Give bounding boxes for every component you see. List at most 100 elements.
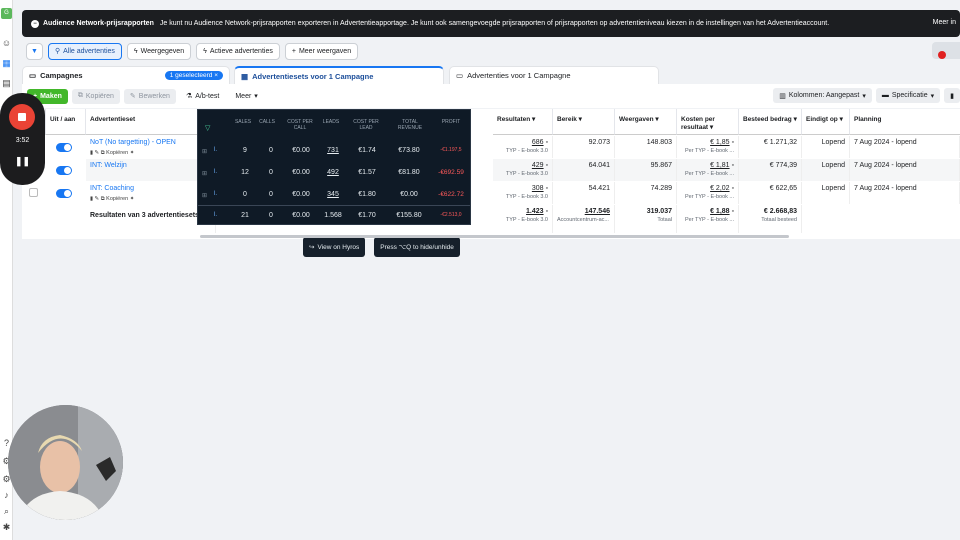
copy-button[interactable]: ⧉ Kopiëren	[71, 88, 120, 104]
bug-icon[interactable]: ✱	[1, 522, 12, 533]
header-label: Kosten per resultaat	[681, 116, 715, 131]
copy-action[interactable]: Kopiëren	[106, 196, 128, 202]
filter-button[interactable]: ▼	[26, 42, 43, 60]
spent-header[interactable]: Besteed bedrag ▾	[739, 109, 802, 135]
hyros-overlay[interactable]: ▽ SALES CALLS COST PER CALL LEADS COST P…	[197, 109, 471, 225]
account-icon[interactable]	[932, 42, 960, 59]
filter-label: Weergegeven	[140, 47, 185, 55]
leads-value[interactable]: 492	[316, 169, 350, 176]
ab-test-button[interactable]: ⚗ A/b-test	[180, 89, 225, 104]
search-icon[interactable]: ⌕	[1, 506, 12, 517]
schedule-header[interactable]: Planning	[850, 109, 960, 135]
adset-toggle[interactable]	[56, 189, 72, 198]
copy-action[interactable]: Kopiëren	[106, 150, 128, 156]
leads-value[interactable]: 1.568	[316, 212, 350, 219]
results-value[interactable]: 429	[532, 162, 544, 169]
notice-text: Je kunt nu Audience Network-prijsrapport…	[159, 20, 830, 27]
results-sub: TYP - E-book 3.0	[505, 148, 548, 154]
filter-all-ads[interactable]: ⚲ Alle advertenties	[48, 42, 122, 60]
pause-icon[interactable]: ❚❚	[0, 156, 45, 167]
row-checkbox[interactable]	[29, 188, 38, 197]
breakdown-label: Specificatie	[891, 92, 928, 99]
book-icon[interactable]: ▤	[1, 78, 12, 89]
schedule-value: 7 Aug 2024 - lopend	[850, 182, 960, 204]
results-total[interactable]: 1.423	[526, 208, 544, 215]
cost-per-call-header: COST PER CALL	[287, 119, 313, 131]
view-on-hyros-button[interactable]: ↪ View on Hyros	[303, 237, 366, 257]
adset-toggle[interactable]	[56, 166, 72, 175]
filter-label: Alle advertenties	[63, 47, 115, 55]
adset-header[interactable]: Advertentieset	[86, 109, 198, 135]
filter-icon: ⚲	[55, 48, 61, 55]
folder-icon: ▭	[29, 71, 37, 80]
edit-button[interactable]: ✎ Bewerken	[123, 88, 176, 104]
header-label: Bereik	[557, 116, 577, 123]
horizontal-scrollbar[interactable]	[200, 235, 789, 238]
toolbar: + Maken ⧉Kopiëren ✎Bewerken ⚗A/b-test Me…	[22, 84, 960, 108]
stop-recording-button[interactable]	[9, 104, 35, 130]
plus-icon: +	[291, 47, 296, 55]
profit-value: -€2.513,0	[440, 212, 462, 218]
adset-name[interactable]: INT: Coaching	[90, 185, 211, 193]
ends-value: Lopend	[802, 136, 850, 158]
spent-total-sub: Totaal besteed	[761, 217, 797, 223]
totals-label: Resultaten van 3 advertentiesets	[90, 212, 199, 219]
calls-value: 0	[269, 169, 273, 176]
filter-more-views[interactable]: + Meer weergaven	[284, 42, 359, 60]
row-link[interactable]: l.	[214, 191, 217, 197]
bell-icon[interactable]: ♪	[1, 490, 12, 501]
schedule-value: 7 Aug 2024 - lopend	[850, 159, 960, 181]
impressions-header[interactable]: Weergaven ▾	[615, 109, 677, 135]
tab-campaigns[interactable]: ▭ Campagnes 1 geselecteerd ×	[22, 66, 230, 84]
adsets-table: Uit / aan Advertentieset Resultaten ▾ Be…	[22, 109, 960, 239]
leads-value[interactable]: 345	[316, 191, 350, 198]
cpr-sub: Per TYP - E-book ...	[684, 148, 734, 154]
header-label: Weergaven	[619, 116, 654, 123]
cost-per-lead-value: €1.80	[358, 191, 376, 198]
breakdown-button[interactable]: ▬ Specificatie ▾	[875, 88, 941, 103]
overlay-divider	[198, 205, 470, 206]
row-link[interactable]: l.	[214, 169, 217, 175]
total-revenue-value: €73.80	[398, 147, 420, 154]
reach-total[interactable]: 147.546	[585, 208, 610, 215]
hide-overlay-button[interactable]: Press ⌥Q to hide/unhide	[374, 237, 460, 257]
filter-active-ads[interactable]: ϟ Actieve advertenties	[196, 42, 280, 60]
leads-value[interactable]: 731	[316, 147, 350, 154]
cpr-total[interactable]: € 1,88	[710, 208, 729, 215]
cpr-value[interactable]: € 1,81	[710, 162, 729, 169]
reach-header[interactable]: Bereik ▾	[553, 109, 615, 135]
calls-value: 0	[269, 212, 273, 219]
face-icon[interactable]: ☺	[1, 38, 12, 49]
more-button[interactable]: Meer ▾	[229, 89, 263, 104]
row-link[interactable]: l.	[214, 212, 217, 218]
selected-badge[interactable]: 1 geselecteerd ×	[164, 71, 223, 80]
cpr-header[interactable]: Kosten per resultaat ▾	[677, 109, 739, 135]
columns-button[interactable]: ▥ Kolommen: Aangepast ▾	[773, 88, 872, 103]
filter-icon[interactable]: ▽	[205, 124, 210, 132]
adset-name[interactable]: NoT (No targetting) - OPEN	[90, 139, 211, 147]
results-value[interactable]: 686	[532, 139, 544, 146]
filter-delivered[interactable]: ϟ Weergegeven	[126, 42, 192, 60]
tab-ads[interactable]: ▭ Advertenties voor 1 Campagne	[449, 66, 659, 84]
adset-name[interactable]: INT: Welzijn	[90, 162, 211, 170]
onoff-header[interactable]: Uit / aan	[46, 109, 86, 135]
export-button[interactable]: ▮	[944, 88, 960, 103]
profit-value: -€1.197,5	[440, 147, 462, 153]
tab-adsets[interactable]: ▦ Advertentiesets voor 1 Campagne	[234, 66, 444, 84]
results-value[interactable]: 308	[532, 185, 544, 192]
ends-header[interactable]: Eindigt op ▾	[802, 109, 850, 135]
profit-value: -€692.59	[438, 169, 464, 176]
notice-more-link[interactable]: Meer in	[933, 19, 956, 26]
header-label: Eindigt op	[806, 116, 838, 123]
results-sub: TYP - E-book 3.0	[505, 171, 548, 177]
adset-toggle[interactable]	[56, 143, 72, 152]
cpr-value[interactable]: € 2,02	[710, 185, 729, 192]
cpr-value[interactable]: € 1,85	[710, 139, 729, 146]
columns-icon: ▥	[779, 92, 786, 100]
row-link[interactable]: l.	[214, 147, 217, 153]
results-header[interactable]: Resultaten ▾	[493, 109, 553, 135]
cost-per-call-value: €0.00	[292, 191, 310, 198]
row-actions: ▮ ✎ ⧉ Kopiëren ✦	[90, 150, 135, 156]
grid-icon[interactable]: ▦	[1, 58, 12, 69]
app-logo-icon[interactable]: G	[1, 8, 12, 19]
